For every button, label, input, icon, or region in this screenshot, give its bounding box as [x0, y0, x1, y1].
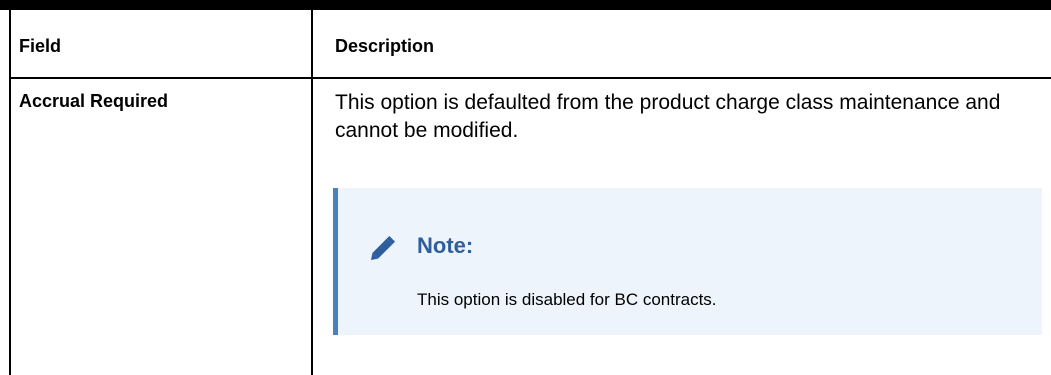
- document-page: Field Description Accrual Required This …: [0, 0, 1051, 375]
- description-text: This option is defaulted from the produc…: [335, 91, 1001, 142]
- table-header-row: Field Description: [9, 10, 1051, 79]
- note-text: This option is disabled for BC contracts…: [417, 290, 717, 309]
- note-box: Note: This option is disabled for BC con…: [333, 188, 1042, 335]
- header-field: Field: [19, 36, 62, 56]
- top-rule: [0, 0, 1051, 10]
- pencil-icon: [370, 235, 396, 261]
- header-description: Description: [335, 36, 435, 56]
- note-title: Note:: [417, 233, 474, 258]
- field-name-accrual-required: Accrual Required: [19, 91, 169, 111]
